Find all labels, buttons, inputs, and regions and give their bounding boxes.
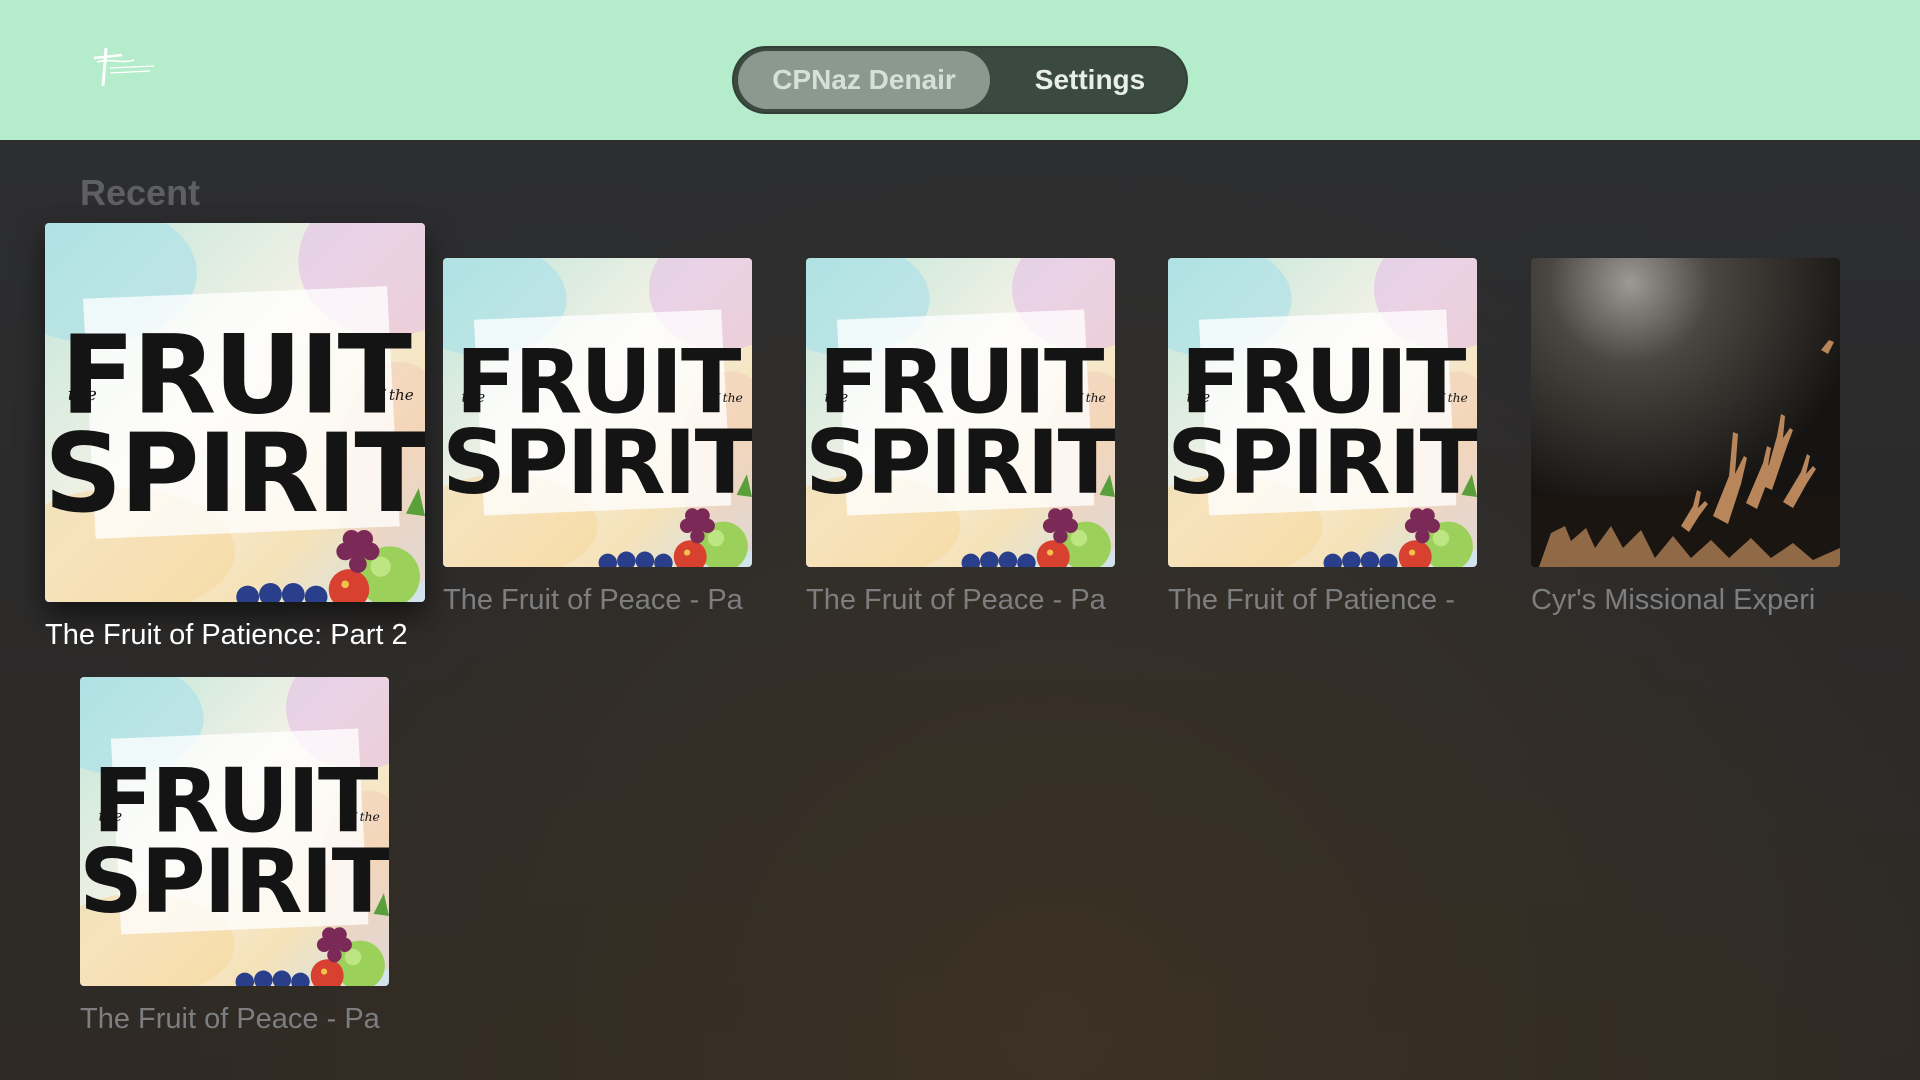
- sermon-artwork: FRUIT SPIRIT the of the: [80, 677, 389, 986]
- tab-cpnaz-denair[interactable]: CPNaz Denair: [738, 51, 990, 109]
- section-title-recent: Recent: [80, 172, 201, 213]
- recent-card[interactable]: FRUIT SPIRIT the of the The Fruit of Pea…: [80, 677, 389, 1047]
- svg-text:SPIRIT: SPIRIT: [80, 830, 389, 933]
- recent-card[interactable]: FRUIT SPIRIT the of the The Fruit of Pea…: [443, 258, 752, 628]
- svg-text:SPIRIT: SPIRIT: [443, 411, 752, 514]
- worship-hands-photo: [1531, 258, 1840, 567]
- recent-card[interactable]: FRUIT SPIRIT the of the The Fruit of Pat…: [1168, 258, 1477, 628]
- sermon-artwork: FRUIT SPIRIT the of the: [1168, 258, 1477, 567]
- tab-settings[interactable]: Settings: [1000, 51, 1180, 109]
- app-root: CPNaz Denair Settings Recent FRUIT SPIRI…: [0, 0, 1920, 1080]
- svg-text:of the: of the: [707, 391, 743, 405]
- recent-card-caption: The Fruit of Peace - Pa: [80, 1003, 380, 1035]
- church-logo: [92, 46, 158, 88]
- svg-text:of the: of the: [369, 386, 413, 404]
- top-tab-bar: CPNaz Denair Settings: [732, 46, 1188, 114]
- svg-text:SPIRIT: SPIRIT: [1168, 411, 1477, 514]
- svg-text:the: the: [68, 385, 97, 405]
- svg-text:the: the: [462, 390, 486, 406]
- sermon-artwork: FRUIT SPIRIT the of the: [806, 258, 1115, 567]
- recent-card[interactable]: FRUIT SPIRIT the of the The Fruit of Pea…: [806, 258, 1115, 628]
- svg-text:the: the: [99, 809, 123, 825]
- svg-text:of the: of the: [344, 810, 380, 824]
- svg-text:of the: of the: [1070, 391, 1106, 405]
- recent-card-caption: The Fruit of Patience -: [1168, 584, 1455, 616]
- svg-text:the: the: [1187, 390, 1211, 406]
- recent-card[interactable]: Cyr's Missional Experi: [1531, 258, 1840, 628]
- svg-text:of the: of the: [1432, 391, 1468, 405]
- top-bar: CPNaz Denair Settings: [0, 0, 1920, 140]
- recent-card-caption: The Fruit of Peace - Pa: [443, 584, 743, 616]
- svg-text:the: the: [825, 390, 849, 406]
- sermon-artwork: FRUIT SPIRIT the of the: [443, 258, 752, 567]
- svg-text:SPIRIT: SPIRIT: [806, 411, 1115, 514]
- recent-card-caption: The Fruit of Patience: Part 2: [45, 619, 408, 651]
- recent-card-caption: Cyr's Missional Experi: [1531, 584, 1816, 616]
- recent-card-caption: The Fruit of Peace - Pa: [806, 584, 1106, 616]
- svg-text:SPIRIT: SPIRIT: [45, 410, 425, 537]
- recent-card[interactable]: FRUIT SPIRIT the of the The Fruit of Pat…: [45, 223, 425, 653]
- sermon-artwork: FRUIT SPIRIT the of the: [45, 223, 425, 602]
